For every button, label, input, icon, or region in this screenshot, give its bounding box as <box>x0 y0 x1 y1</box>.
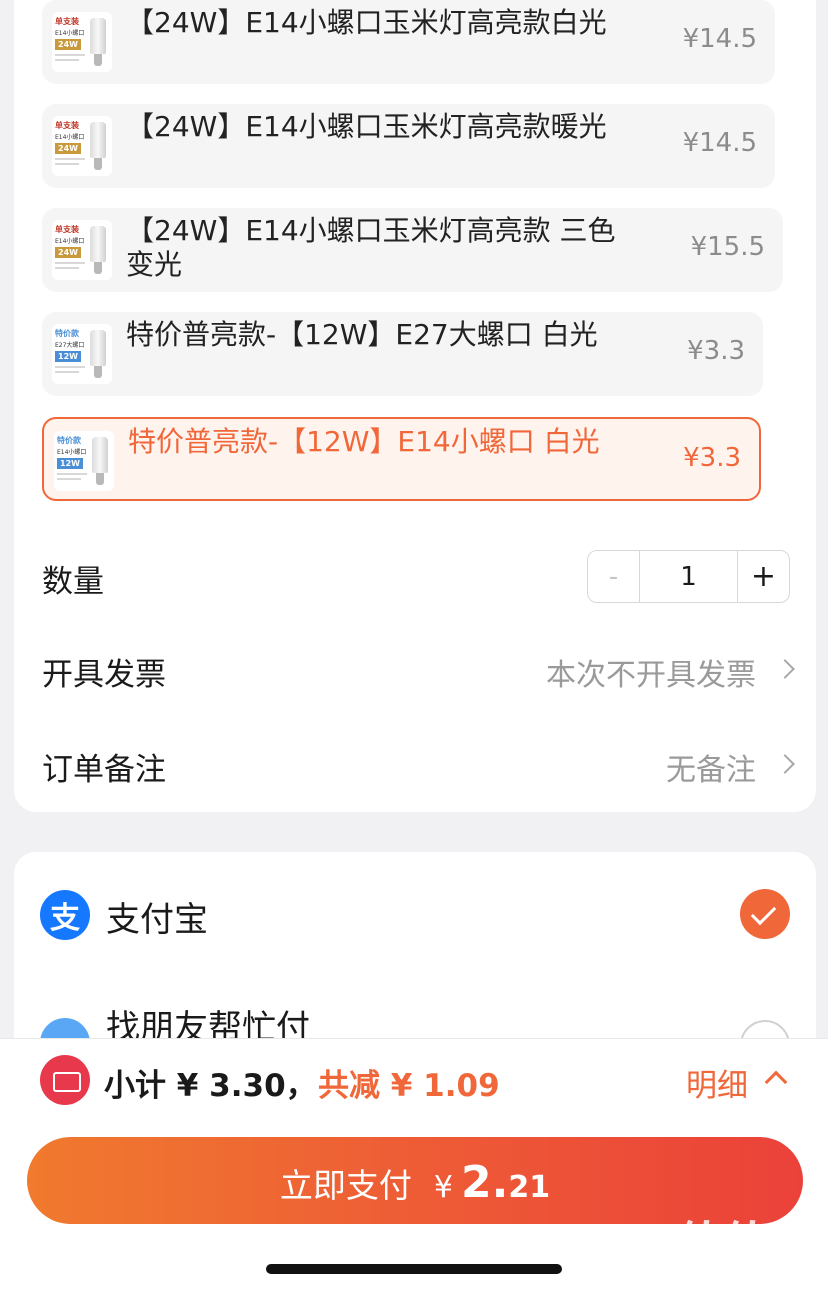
invoice-value: 本次不开具发票 <box>546 658 756 693</box>
option-name: 特价普亮款-【12W】E14小螺口 白光 <box>128 425 600 458</box>
remark-label: 订单备注 <box>42 752 166 788</box>
quantity-plus-button[interactable]: + <box>737 551 789 602</box>
subtotal-text: 小计 ¥ 3.30， <box>104 1068 317 1104</box>
option-price: ¥15.5 <box>690 232 765 262</box>
checkmark-icon[interactable] <box>740 889 790 939</box>
remark-value: 无备注 <box>666 753 756 788</box>
option-price: ¥14.5 <box>682 128 757 158</box>
option-price: ¥3.3 <box>687 336 745 366</box>
coupon-icon <box>40 1055 90 1105</box>
pay-currency: ¥ <box>433 1170 453 1205</box>
product-thumbnail: 特价款 E14小螺口 12W <box>54 431 114 491</box>
option-name: 特价普亮款-【12W】E27大螺口 白光 <box>126 318 598 351</box>
product-thumbnail: 单支装 E14小螺口 24W <box>52 116 112 176</box>
product-thumbnail: 特价款 E27大螺口 12W <box>52 324 112 384</box>
option-24w-e14-white[interactable]: 单支装 E14小螺口 24W 【24W】E14小螺口玉米灯高亮款白光 ¥14.5 <box>42 0 775 84</box>
invoice-label: 开具发票 <box>42 657 166 693</box>
pay-amount-integer: 2. <box>461 1157 509 1208</box>
quantity-input[interactable]: 1 <box>640 551 737 602</box>
option-name: 【24W】E14小螺口玉米灯高亮款 三色变光 <box>126 214 616 281</box>
option-name: 【24W】E14小螺口玉米灯高亮款白光 <box>126 6 607 39</box>
quantity-label: 数量 <box>42 564 104 600</box>
alipay-label: 支付宝 <box>106 900 208 940</box>
quantity-minus-button[interactable]: - <box>588 551 640 602</box>
option-24w-e14-warm[interactable]: 单支装 E14小螺口 24W 【24W】E14小螺口玉米灯高亮款暖光 ¥14.5 <box>42 104 775 188</box>
product-thumbnail: 单支装 E14小螺口 24W <box>52 220 112 280</box>
alipay-icon: 支 <box>40 890 90 940</box>
option-24w-e14-tricolor[interactable]: 单支装 E14小螺口 24W 【24W】E14小螺口玉米灯高亮款 三色变光 ¥1… <box>42 208 783 292</box>
option-price: ¥14.5 <box>682 24 757 54</box>
product-thumbnail: 单支装 E14小螺口 24W <box>52 12 112 72</box>
watermark-url: zhizhizhi.com <box>676 1261 785 1280</box>
home-indicator[interactable] <box>266 1264 562 1274</box>
pay-amount-decimal: 21 <box>508 1170 551 1205</box>
quantity-stepper: - 1 + <box>587 550 790 603</box>
option-price: ¥3.3 <box>683 443 741 473</box>
detail-button[interactable]: 明细 <box>686 1060 748 1105</box>
option-12w-e14-white[interactable]: 特价款 E14小螺口 12W 特价普亮款-【12W】E14小螺口 白光 ¥3.3 <box>42 417 761 501</box>
option-12w-e27-white[interactable]: 特价款 E27大螺口 12W 特价普亮款-【12W】E27大螺口 白光 ¥3.3 <box>42 312 763 396</box>
discount-text: 共减 ¥ 1.09 <box>318 1068 500 1104</box>
watermark: 值值值 zhizhizhi.com <box>676 1205 826 1285</box>
option-name: 【24W】E14小螺口玉米灯高亮款暖光 <box>126 110 607 143</box>
pay-button-label: 立即支付 <box>279 1166 412 1205</box>
